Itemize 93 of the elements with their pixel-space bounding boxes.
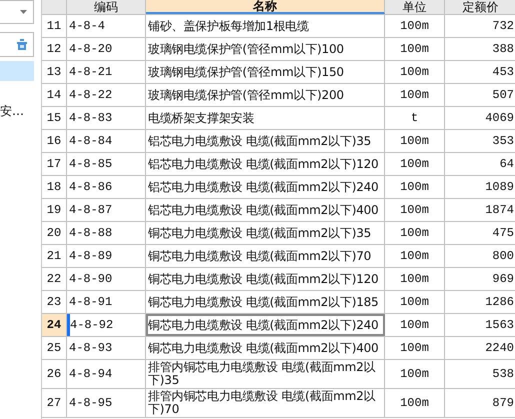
table-cell: 铜芯电力电缆敷设 电缆(截面mm2以下)400 (146, 337, 385, 359)
table-cell: 100m (385, 245, 445, 267)
table-cell: 4-8-89 (67, 245, 146, 267)
row-number: 17 (42, 153, 67, 175)
table-cell: 100m (385, 360, 445, 388)
table-cell: 排管内铜芯电力电缆敷设 电缆(截面mm2以下)70 (146, 389, 385, 417)
row-number: 22 (42, 268, 67, 290)
column-header[interactable]: 名称 (146, 0, 385, 14)
table-cell-text: 2240 (484, 340, 515, 357)
pot-icon[interactable] (16, 38, 28, 51)
table-cell: 100m (385, 199, 445, 221)
table-cell: 4-8-95 (67, 389, 146, 417)
table-cell: t (385, 107, 445, 129)
table-cell: 100m (385, 176, 445, 198)
table-cell-text: 732 (491, 18, 515, 35)
row-number: 25 (42, 337, 67, 359)
table-cell-text: 879 (491, 395, 515, 412)
table-cell: 4-8-88 (67, 222, 146, 244)
table-cell: 4-8-91 (67, 291, 146, 313)
table-cell: 铝芯电力电缆敷设 电缆(截面mm2以下)35 (146, 130, 385, 152)
row-number: 24 (42, 314, 67, 336)
table-cell: 铜芯电力电缆敷设 电缆(截面mm2以下)240 (146, 314, 385, 336)
column-header[interactable]: 单位 (385, 0, 445, 14)
sidebar-item[interactable]: 安… (0, 101, 24, 121)
table-cell: 4-8-22 (67, 84, 146, 106)
table-cell-text: 4069 (484, 110, 515, 127)
table-cell: 铜芯电力电缆敷设 电缆(截面mm2以下)185 (146, 291, 385, 313)
table-cell: 玻璃钢电缆保护管(管径mm以下)100 (146, 38, 385, 60)
table-cell: 铺砂、盖保护板每增加1根电缆 (146, 15, 385, 37)
row-number: 20 (42, 222, 67, 244)
table-cell: 铝芯电力电缆敷设 电缆(截面mm2以下)120 (146, 153, 385, 175)
table-cell-text: 1286 (484, 294, 515, 311)
row-number: 18 (42, 176, 67, 198)
table-cell: 100m (385, 222, 445, 244)
table-cell-text: 1874 (484, 202, 515, 219)
table-cell: 4-8-93 (67, 337, 146, 359)
table-cell: 铜芯电力电缆敷设 电缆(截面mm2以下)70 (146, 245, 385, 267)
row-number: 26 (42, 360, 67, 388)
table-cell: 100m (385, 337, 445, 359)
table-cell-text: 1563 (484, 317, 515, 334)
table-cell: 玻璃钢电缆保护管(管径mm以下)200 (146, 84, 385, 106)
table-cell-text: 475 (491, 225, 515, 242)
table-cell-text: 1089 (484, 179, 515, 196)
table-cell-text: 388 (491, 41, 515, 58)
table-cell: 铝芯电力电缆敷设 电缆(截面mm2以下)240 (146, 176, 385, 198)
table-cell-text: 64 (498, 156, 515, 173)
table-cell: 4-8-92 (67, 314, 146, 336)
row-number: 21 (42, 245, 67, 267)
table-cell-text: 353 (491, 133, 515, 150)
table-cell: 100m (385, 153, 445, 175)
table-cell: 100m (385, 314, 445, 336)
table-cell: 排管内铜芯电力电缆敷设 电缆(截面mm2以下)35 (146, 360, 385, 388)
table-cell-text: 453 (491, 64, 515, 81)
table-cell: 4-8-84 (67, 130, 146, 152)
table-cell-text: 969 (491, 271, 515, 288)
row-number: 11 (42, 15, 67, 37)
table-cell: 玻璃钢电缆保护管(管径mm以下)150 (146, 61, 385, 83)
row-number: 14 (42, 84, 67, 106)
table-cell: 4-8-20 (67, 38, 146, 60)
row-number: 19 (42, 199, 67, 221)
table-cell: 100m (385, 291, 445, 313)
row-number: 12 (42, 38, 67, 60)
table-cell: 100m (385, 61, 445, 83)
table-cell: 100m (385, 15, 445, 37)
input-field[interactable] (0, 32, 34, 57)
table-cell: 4-8-87 (67, 199, 146, 221)
column-header[interactable]: 定额价 (445, 0, 515, 14)
table-cell: 电缆桥架支撑架安装 (146, 107, 385, 129)
table-cell: 铜芯电力电缆敷设 电缆(截面mm2以下)120 (146, 268, 385, 290)
table-cell-text: 538 (491, 366, 515, 383)
table-cell: 铜芯电力电缆敷设 电缆(截面mm2以下)35 (146, 222, 385, 244)
row-number: 16 (42, 130, 67, 152)
table-cell-text: 507 (491, 87, 515, 104)
row-number: 23 (42, 291, 67, 313)
table-cell-text: 800 (491, 248, 515, 265)
table-cell: 4-8-85 (67, 153, 146, 175)
table-cell: 100m (385, 389, 445, 417)
table-cell: 100m (385, 84, 445, 106)
table-cell: 铝芯电力电缆敷设 电缆(截面mm2以下)400 (146, 199, 385, 221)
table-cell: 100m (385, 130, 445, 152)
table-cell: 4-8-4 (67, 15, 146, 37)
table-cell: 4-8-83 (67, 107, 146, 129)
row-number: 13 (42, 61, 67, 83)
dropdown[interactable] (0, 0, 34, 24)
table-cell: 4-8-86 (67, 176, 146, 198)
table-cell: 4-8-94 (67, 360, 146, 388)
table-cell: 4-8-90 (67, 268, 146, 290)
table-cell: 100m (385, 268, 445, 290)
table-cell: 100m (385, 38, 445, 60)
row-number: 15 (42, 107, 67, 129)
caret-icon (20, 10, 27, 14)
row-number: 27 (42, 389, 67, 417)
table-cell: 4-8-21 (67, 61, 146, 83)
